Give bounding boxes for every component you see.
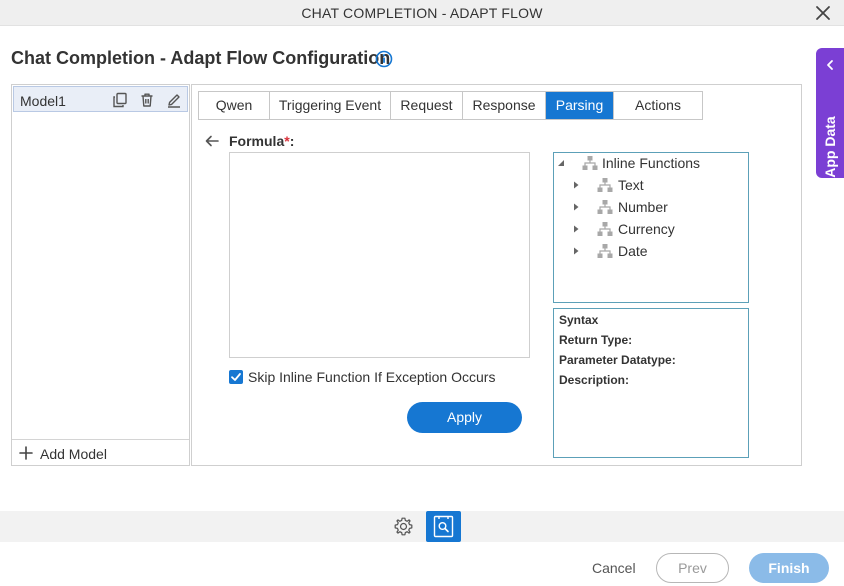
window-titlebar: CHAT COMPLETION - ADAPT FLOW — [0, 0, 844, 26]
tab-response[interactable]: Response — [463, 92, 546, 119]
tree-node-text[interactable]: Text — [554, 176, 744, 196]
expand-triangle-icon[interactable] — [572, 225, 580, 233]
tab-bar: Qwen Triggering Event Request Response P… — [198, 91, 703, 120]
tab-qwen[interactable]: Qwen — [199, 92, 270, 119]
model-panel: Model1 Add Model — [11, 84, 190, 466]
formula-label-text: Formula — [229, 133, 285, 149]
expand-triangle-icon[interactable] — [572, 203, 580, 211]
expand-triangle-icon[interactable] — [572, 181, 580, 189]
tree-node-label: Date — [618, 243, 648, 259]
formula-input[interactable] — [229, 152, 530, 358]
hierarchy-icon — [597, 244, 613, 258]
app-data-label: App Data — [822, 116, 838, 178]
prev-button[interactable]: Prev — [656, 553, 729, 583]
tab-triggering-event[interactable]: Triggering Event — [270, 92, 391, 119]
hierarchy-icon — [597, 222, 613, 236]
content-panel: Qwen Triggering Event Request Response P… — [191, 84, 802, 466]
page-title: Chat Completion - Adapt Flow Configurati… — [11, 48, 391, 68]
tree-node-currency[interactable]: Currency — [554, 220, 744, 240]
tree-node-number[interactable]: Number — [554, 198, 744, 218]
formula-label-suffix: : — [289, 133, 295, 149]
formula-label: Formula*: — [229, 133, 294, 149]
tree-node-date[interactable]: Date — [554, 242, 744, 262]
finish-button[interactable]: Finish — [749, 553, 829, 583]
return-type-label: Return Type: — [559, 333, 633, 347]
close-icon[interactable] — [814, 4, 832, 22]
hierarchy-icon — [597, 178, 613, 192]
window-title: CHAT COMPLETION - ADAPT FLOW — [301, 5, 543, 21]
delete-icon[interactable] — [139, 92, 155, 108]
inline-functions-tree: Inline Functions Text Number Currency Da… — [553, 152, 749, 303]
hierarchy-icon — [597, 200, 613, 214]
model-item[interactable]: Model1 — [13, 86, 188, 112]
apply-button[interactable]: Apply — [407, 402, 522, 433]
app-data-tab[interactable]: App Data — [816, 48, 844, 178]
collapse-triangle-icon[interactable] — [557, 159, 565, 167]
copy-icon[interactable] — [112, 92, 128, 108]
chevron-left-icon — [827, 60, 833, 70]
back-arrow-icon[interactable] — [204, 133, 220, 149]
syntax-panel: Syntax Return Type: Parameter Datatype: … — [553, 308, 749, 458]
gear-icon[interactable] — [393, 516, 414, 537]
bottom-toolbar — [0, 511, 844, 542]
tab-parsing[interactable]: Parsing — [546, 92, 614, 119]
info-icon[interactable] — [375, 50, 393, 68]
parameter-datatype-label: Parameter Datatype: — [559, 353, 676, 367]
cancel-button[interactable]: Cancel — [592, 560, 636, 576]
add-model-label: Add Model — [40, 446, 107, 462]
document-preview-button[interactable] — [426, 511, 461, 542]
expand-triangle-icon[interactable] — [572, 247, 580, 255]
plus-icon — [19, 446, 33, 460]
model-item-label: Model1 — [20, 93, 66, 109]
hierarchy-icon — [582, 156, 598, 170]
document-search-icon — [433, 515, 454, 538]
syntax-label: Syntax — [559, 313, 599, 327]
tree-node-label: Text — [618, 177, 644, 193]
tab-request[interactable]: Request — [391, 92, 463, 119]
skip-inline-function-label: Skip Inline Function If Exception Occurs — [248, 369, 496, 385]
description-label: Description: — [559, 373, 630, 387]
checkbox-checked-icon[interactable] — [229, 370, 243, 384]
edit-icon[interactable] — [166, 92, 182, 108]
tree-node-inline-functions[interactable]: Inline Functions — [554, 154, 744, 174]
tree-node-label: Number — [618, 199, 668, 215]
add-model-button[interactable]: Add Model — [12, 439, 189, 465]
tab-actions[interactable]: Actions — [614, 92, 702, 119]
tree-node-label: Inline Functions — [602, 155, 701, 171]
tree-node-label: Currency — [618, 221, 675, 237]
